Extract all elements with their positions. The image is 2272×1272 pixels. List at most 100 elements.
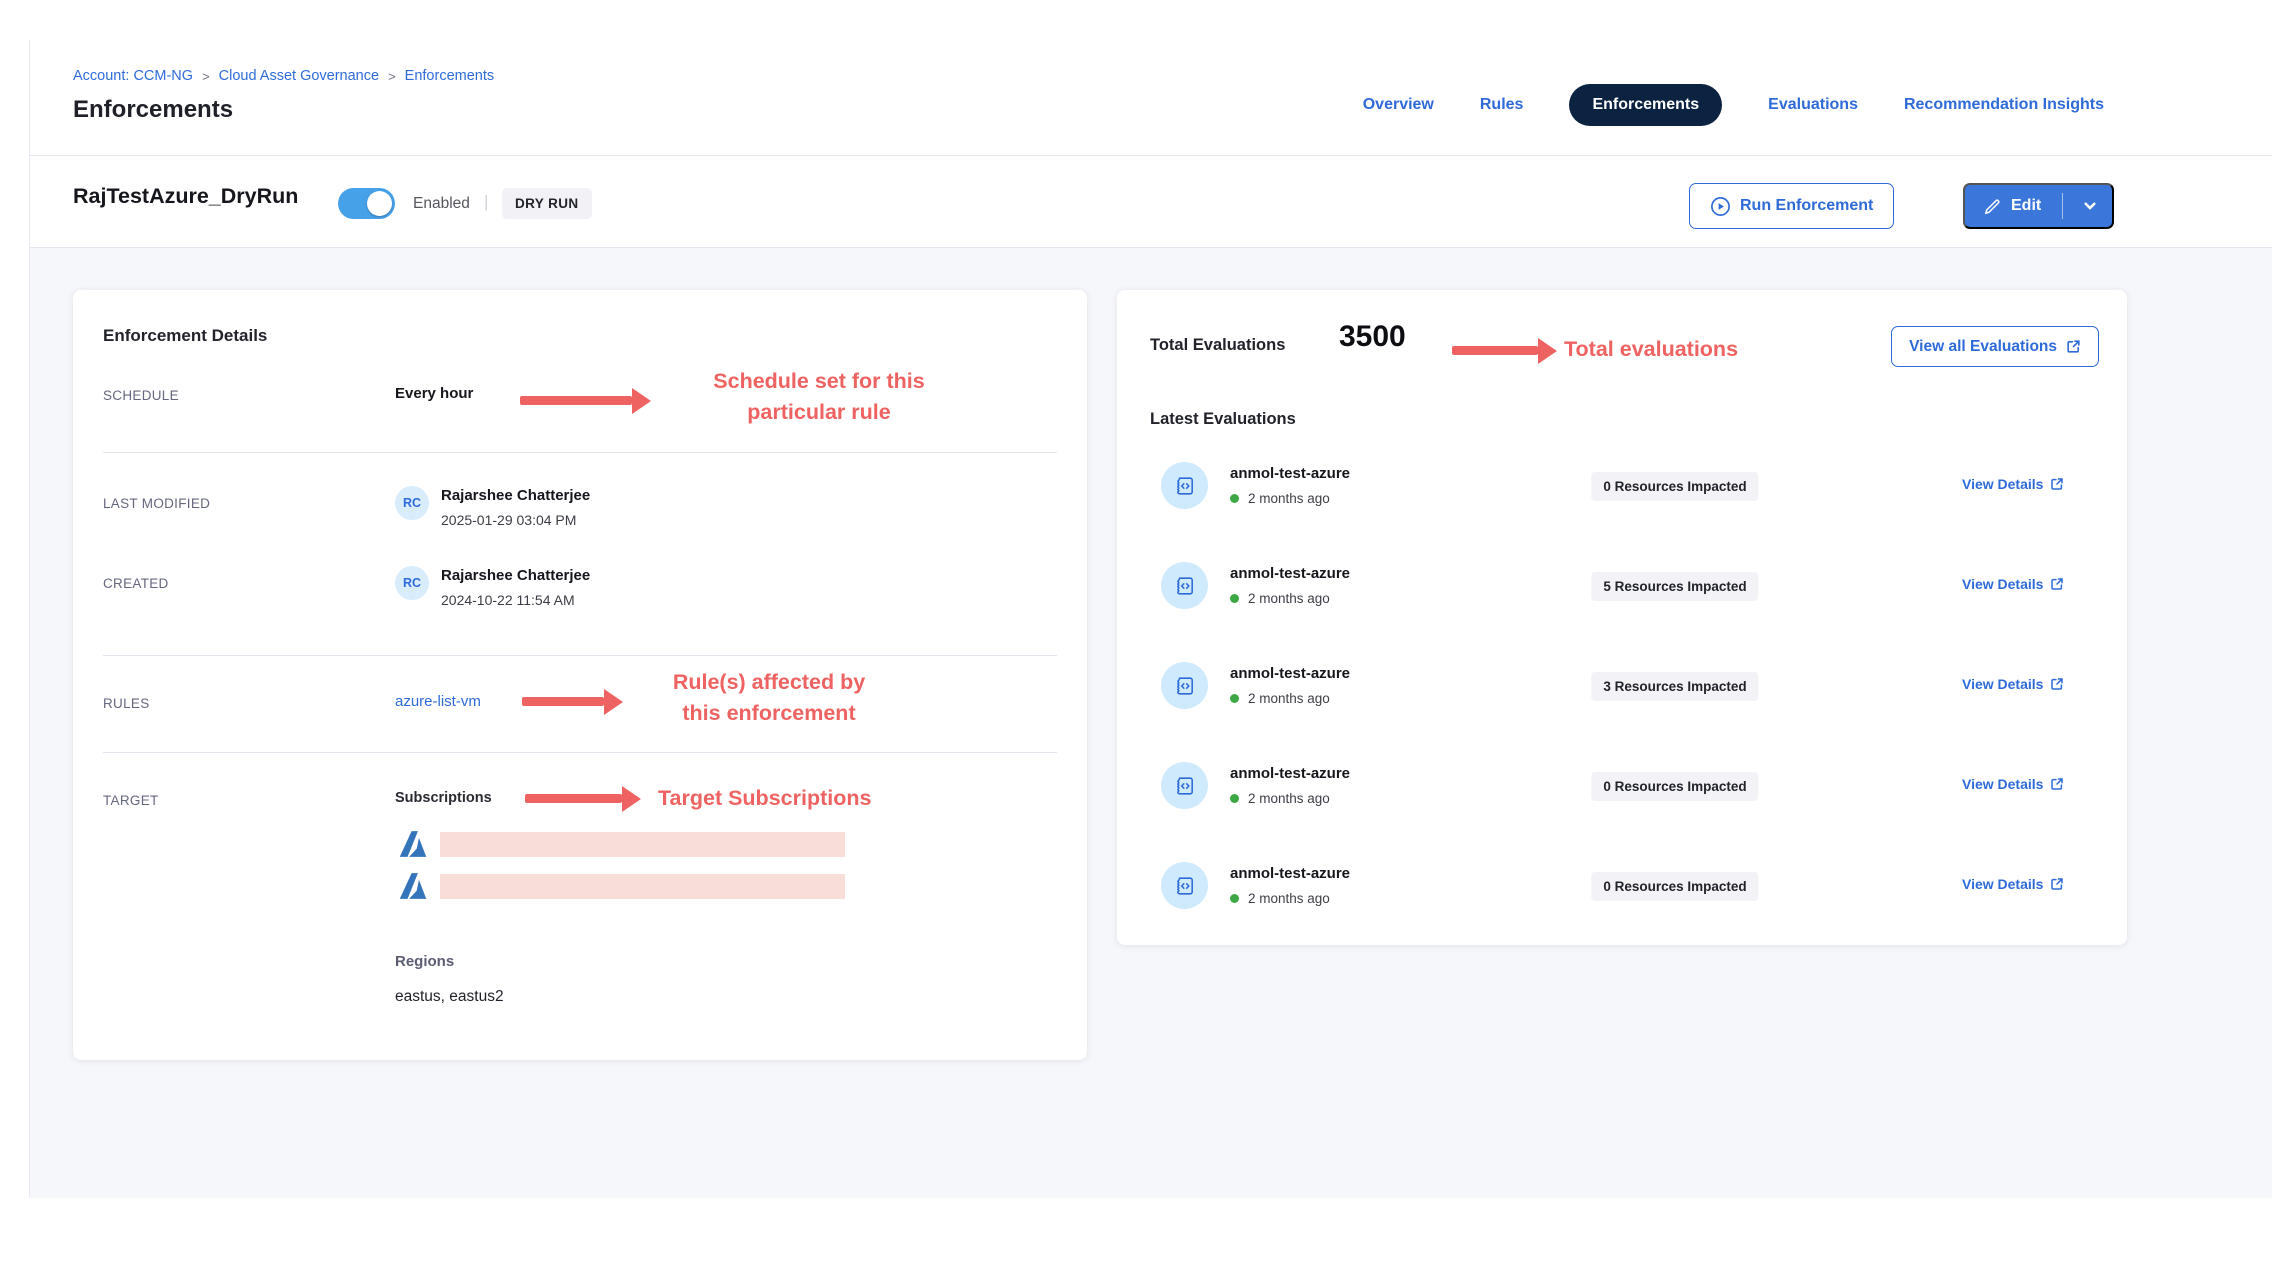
tab-recommendation-insights[interactable]: Recommendation Insights [1904,96,2104,114]
details-card-title: Enforcement Details [103,326,267,346]
breadcrumb-separator: > [202,69,210,84]
evaluation-time: 2 months ago [1230,891,1330,906]
view-details-link[interactable]: View Details [1962,876,2064,892]
azure-logo-icon [396,869,430,903]
evaluation-time: 2 months ago [1230,591,1330,606]
schedule-annotation: Schedule set for this particular rule [669,366,969,428]
status-dot [1230,494,1239,503]
view-all-evaluations-label: View all Evaluations [1909,338,2057,356]
redacted-subscription-name [440,874,845,899]
evaluation-row: anmol-test-azure 2 months ago 0 Resource… [1117,436,2127,536]
external-link-icon [2050,577,2064,591]
rule-link[interactable]: azure-list-vm [395,693,481,710]
target-annotation: Target Subscriptions [658,783,871,814]
evaluation-name: anmol-test-azure [1230,665,1350,682]
vertical-separator: | [484,192,488,212]
evaluation-name: anmol-test-azure [1230,465,1350,482]
last-modified-label: LAST MODIFIED [103,496,210,511]
policy-code-icon [1161,862,1208,909]
row-divider [103,452,1057,453]
total-annotation-arrow [1452,346,1538,355]
breadcrumb-governance[interactable]: Cloud Asset Governance [219,68,379,84]
run-enforcement-button[interactable]: Run Enforcement [1689,183,1894,229]
latest-evaluations-label: Latest Evaluations [1150,410,1296,429]
created-date: 2024-10-22 11:54 AM [441,592,575,608]
tab-enforcements[interactable]: Enforcements [1569,84,1722,126]
page: Account: CCM-NG > Cloud Asset Governance… [0,0,2272,1272]
created-label: CREATED [103,576,169,591]
view-details-link[interactable]: View Details [1962,776,2064,792]
enabled-toggle[interactable] [338,188,395,219]
breadcrumb-enforcements[interactable]: Enforcements [405,68,494,84]
rules-label: RULES [103,696,150,711]
evaluation-time: 2 months ago [1230,691,1330,706]
page-title: Enforcements [73,96,233,124]
external-link-icon [2050,477,2064,491]
row-divider [103,752,1057,753]
evaluation-time: 2 months ago [1230,491,1330,506]
row-divider [103,655,1057,656]
header-divider [29,155,2272,156]
breadcrumb-account[interactable]: Account: CCM-NG [73,68,193,84]
policy-code-icon [1161,562,1208,609]
edit-label: Edit [2011,197,2041,215]
top-nav-tabs: Overview Rules Enforcements Evaluations … [1363,82,2104,128]
evaluation-name: anmol-test-azure [1230,565,1350,582]
toggle-state-label: Enabled [413,195,470,213]
avatar: RC [395,566,429,600]
total-annotation: Total evaluations [1564,334,1738,365]
status-dot [1230,894,1239,903]
schedule-value: Every hour [395,385,473,402]
total-evaluations-value: 3500 [1339,320,1406,354]
last-modified-date: 2025-01-29 03:04 PM [441,512,576,528]
chevron-down-icon[interactable] [2082,198,2098,214]
subscription-row [396,869,845,903]
latest-evaluations-list: anmol-test-azure 2 months ago 0 Resource… [1117,436,2127,936]
button-split-divider [2062,193,2063,219]
enforcement-details-card: Enforcement Details SCHEDULE Every hour … [73,290,1087,1060]
avatar: RC [395,486,429,520]
rules-annotation-arrow [522,697,604,706]
status-dot [1230,694,1239,703]
namebar-divider [29,247,2272,248]
tab-evaluations[interactable]: Evaluations [1768,96,1858,114]
pencil-icon [1983,197,2002,216]
evaluation-row: anmol-test-azure 2 months ago 5 Resource… [1117,536,2127,636]
target-annotation-arrow [525,794,622,803]
view-details-link[interactable]: View Details [1962,476,2064,492]
edit-button[interactable]: Edit [1963,183,2114,229]
play-circle-icon [1710,196,1731,217]
status-dot [1230,794,1239,803]
total-evaluations-label: Total Evaluations [1150,336,1285,355]
toggle-knob [367,191,392,216]
rules-annotation: Rule(s) affected by this enforcement [629,667,909,729]
evaluations-card: Total Evaluations 3500 Total evaluations… [1117,290,2127,945]
view-details-link[interactable]: View Details [1962,676,2064,692]
view-details-link[interactable]: View Details [1962,576,2064,592]
view-all-evaluations-button[interactable]: View all Evaluations [1891,326,2099,367]
external-link-icon [2066,339,2081,354]
resources-impacted-badge: 0 Resources Impacted [1591,872,1758,901]
run-enforcement-label: Run Enforcement [1740,197,1873,215]
evaluation-row: anmol-test-azure 2 months ago 3 Resource… [1117,636,2127,736]
subscriptions-label: Subscriptions [395,790,492,806]
target-label: TARGET [103,793,159,808]
created-user: Rajarshee Chatterjee [441,567,590,584]
subscription-row [396,827,845,861]
resources-impacted-badge: 0 Resources Impacted [1591,472,1758,501]
resources-impacted-badge: 3 Resources Impacted [1591,672,1758,701]
last-modified-user: Rajarshee Chatterjee [441,487,590,504]
evaluation-time: 2 months ago [1230,791,1330,806]
policy-code-icon [1161,762,1208,809]
breadcrumb: Account: CCM-NG > Cloud Asset Governance… [73,68,494,84]
status-dot [1230,594,1239,603]
tab-rules[interactable]: Rules [1480,96,1524,114]
external-link-icon [2050,777,2064,791]
breadcrumb-separator: > [388,69,396,84]
external-link-icon [2050,877,2064,891]
external-link-icon [2050,677,2064,691]
enforcement-name: RajTestAzure_DryRun [73,184,298,209]
azure-logo-icon [396,827,430,861]
redacted-subscription-name [440,832,845,857]
tab-overview[interactable]: Overview [1363,96,1434,114]
